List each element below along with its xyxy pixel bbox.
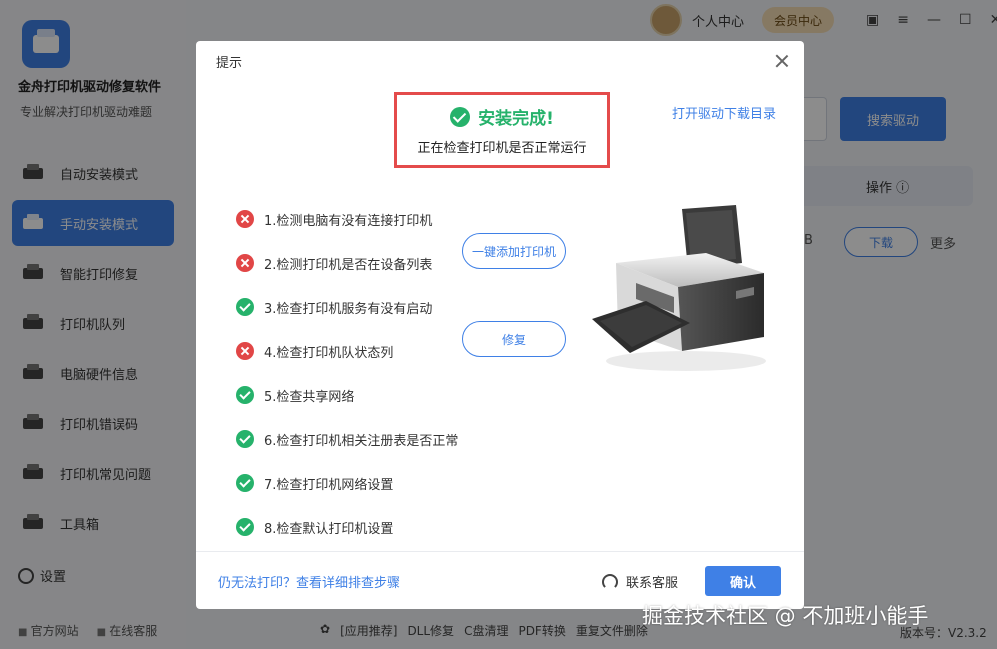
check-label: 5.检查共享网络 (264, 389, 355, 405)
error-icon (236, 210, 254, 228)
success-icon (236, 474, 254, 492)
success-icon (236, 518, 254, 536)
fix-button[interactable]: 修复 (462, 321, 566, 357)
watermark: 掘金技术社区 @ 不加班小能手 (642, 604, 929, 628)
dialog-header: 提示 (196, 41, 804, 81)
confirm-label: 确认 (729, 575, 756, 591)
troubleshoot-link[interactable]: 仍无法打印？查看详细排查步骤 (218, 572, 400, 591)
check-label: 2.检测打印机是否在设备列表 (264, 257, 433, 273)
error-icon (236, 254, 254, 272)
list-item: 8.检查默认打印机设置 (236, 505, 458, 549)
success-icon (236, 386, 254, 404)
list-item: 4.检查打印机队状态列 (236, 329, 458, 373)
check-label: 6.检查打印机相关注册表是否正常 (264, 433, 459, 449)
add-printer-label: 一键添加打印机 (471, 244, 556, 259)
check-label: 7.检查打印机网络设置 (264, 477, 394, 493)
list-item: 6.检查打印机相关注册表是否正常 (236, 417, 458, 461)
add-printer-button[interactable]: 一键添加打印机 (462, 233, 566, 269)
close-icon[interactable] (772, 51, 792, 71)
open-download-dir-link[interactable]: 打开驱动下载目录 (672, 103, 776, 122)
list-item: 2.检测打印机是否在设备列表 (236, 241, 458, 285)
confirm-button[interactable]: 确认 (705, 566, 781, 596)
error-icon (236, 342, 254, 360)
check-circle-icon (450, 106, 471, 127)
success-icon (236, 298, 254, 316)
install-result-dialog: 提示 安装完成! 正在检查打印机是否正常运行 打开驱动下载目录 1.检测电脑有没… (196, 41, 804, 609)
printer-illustration (592, 205, 766, 371)
check-label: 1.检测电脑有没有连接打印机 (264, 213, 433, 229)
success-icon (236, 430, 254, 448)
install-status-subtitle: 正在检查打印机是否正常运行 (417, 141, 587, 156)
install-status-title: 安装完成! (478, 109, 554, 129)
fix-label: 修复 (501, 332, 526, 347)
list-item: 3.检查打印机服务有没有启动 (236, 285, 458, 329)
check-label: 8.检查默认打印机设置 (264, 521, 394, 537)
headset-icon (602, 573, 618, 590)
list-item: 1.检测电脑有没有连接打印机 (236, 197, 458, 241)
check-label: 4.检查打印机队状态列 (264, 345, 394, 361)
list-item: 7.检查打印机网络设置 (236, 461, 458, 505)
install-status-box: 安装完成! 正在检查打印机是否正常运行 (394, 92, 610, 168)
list-item: 5.检查共享网络 (236, 373, 458, 417)
dialog-title: 提示 (216, 55, 243, 71)
check-label: 3.检查打印机服务有没有启动 (264, 301, 433, 317)
contact-service-button[interactable]: 联系客服 (602, 572, 678, 591)
check-list: 1.检测电脑有没有连接打印机 2.检测打印机是否在设备列表 3.检查打印机服务有… (236, 197, 458, 549)
contact-service-label: 联系客服 (626, 576, 679, 591)
